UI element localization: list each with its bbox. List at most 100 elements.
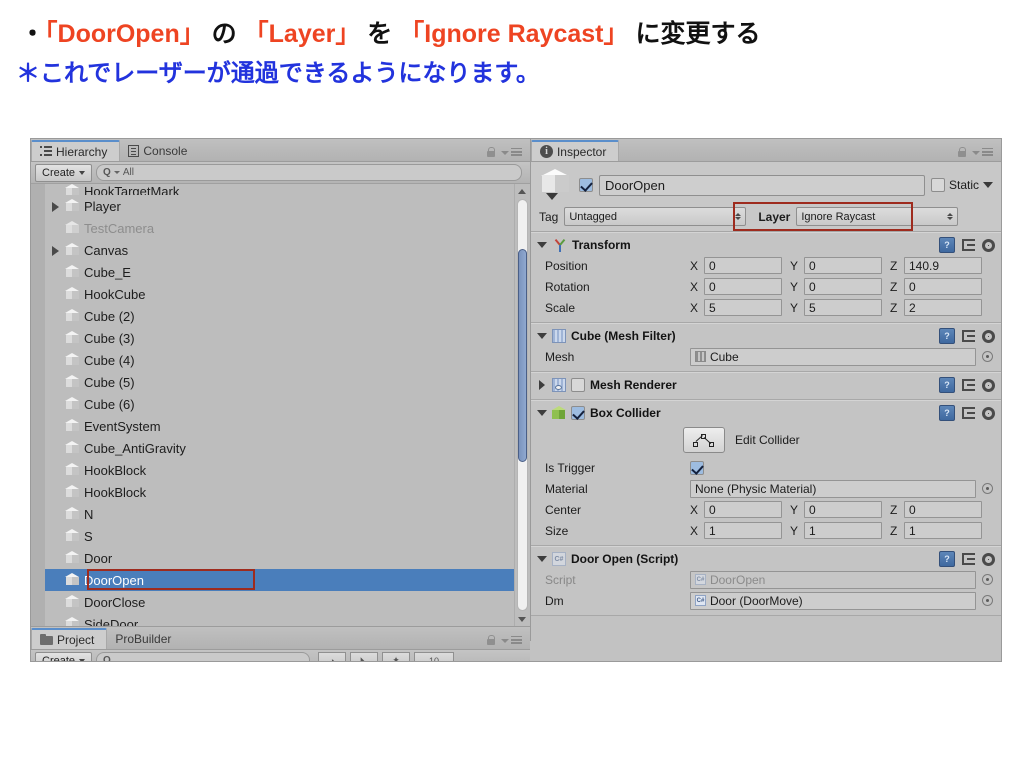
foldout-icon[interactable] [536, 331, 547, 341]
lock-icon[interactable] [957, 147, 967, 158]
hierarchy-item-cube-3[interactable]: Cube (3) [45, 327, 514, 349]
help-icon[interactable]: ? [939, 237, 955, 253]
lock-icon[interactable] [486, 147, 496, 158]
tab-probuilder[interactable]: ProBuilder [107, 628, 183, 649]
gameobject-preview-icon[interactable] [539, 168, 573, 202]
favorites-star-icon[interactable]: ✦ [382, 651, 411, 661]
object-picker-icon[interactable] [982, 595, 993, 606]
hierarchy-item-cube-e[interactable]: Cube_E [45, 261, 514, 283]
preset-icon[interactable] [962, 330, 975, 342]
object-picker-icon[interactable] [982, 483, 993, 494]
hierarchy-item-s[interactable]: S [45, 525, 514, 547]
foldout-icon[interactable] [536, 408, 547, 418]
panel-menu-icon[interactable] [972, 147, 993, 158]
help-icon[interactable]: ? [939, 377, 955, 393]
component-door-open-script-header[interactable]: C# Door Open (Script) ? [531, 547, 1001, 569]
hierarchy-item-player[interactable]: Player [45, 195, 514, 217]
static-checkbox[interactable] [930, 178, 945, 192]
hierarchy-item-eventsystem[interactable]: EventSystem [45, 415, 514, 437]
scroll-down-arrow-icon[interactable] [515, 612, 530, 626]
hierarchy-item-cube-6[interactable]: Cube (6) [45, 393, 514, 415]
object-picker-icon[interactable] [982, 351, 993, 362]
create-button[interactable]: Create [35, 163, 93, 182]
tab-project[interactable]: Project [31, 628, 108, 649]
hierarchy-list[interactable]: HookTargetMark Player TestCamera Canvas Cube… [45, 184, 514, 626]
gear-icon[interactable] [982, 329, 995, 343]
tag-dropdown[interactable]: Untagged [564, 207, 747, 226]
scrollbar-track[interactable] [516, 199, 528, 611]
preset-icon[interactable] [962, 407, 975, 419]
dm-object-field[interactable]: C# Door (DoorMove) [689, 591, 976, 610]
object-enabled-checkbox[interactable] [578, 178, 593, 192]
center-y-input[interactable]: 0 [803, 501, 882, 518]
component-box-collider-header[interactable]: Box Collider ? [531, 401, 1001, 423]
layer-dropdown[interactable]: Ignore Raycast [796, 207, 959, 226]
preset-icon[interactable] [962, 553, 975, 565]
foldout-icon[interactable] [537, 380, 547, 390]
position-y-input[interactable]: 0 [803, 257, 882, 274]
project-search-input[interactable]: Q [96, 652, 311, 661]
object-name-input[interactable]: DoorOpen [598, 174, 925, 196]
scroll-up-arrow-icon[interactable] [515, 184, 530, 198]
hierarchy-item-cube-2[interactable]: Cube (2) [45, 305, 514, 327]
hierarchy-item-hooktargetmark[interactable]: HookTargetMark [45, 184, 514, 195]
scrollbar-thumb[interactable] [517, 249, 527, 463]
box-collider-enabled-checkbox[interactable] [570, 406, 585, 420]
hierarchy-item-sidedoor[interactable]: SideDoor [45, 613, 514, 626]
expand-arrow-icon[interactable] [51, 245, 61, 256]
gear-icon[interactable] [982, 552, 995, 566]
size-x-input[interactable]: 1 [703, 522, 782, 539]
panel-menu-icon[interactable] [500, 635, 522, 646]
hierarchy-item-cube-4[interactable]: Cube (4) [45, 349, 514, 371]
hierarchy-search-input[interactable]: Q All [96, 164, 522, 181]
center-x-input[interactable]: 0 [703, 501, 782, 518]
tab-hierarchy[interactable]: Hierarchy [31, 140, 121, 161]
scale-x-input[interactable]: 5 [703, 299, 782, 316]
mesh-renderer-enabled-checkbox[interactable] [570, 378, 585, 392]
rotation-z-input[interactable]: 0 [903, 278, 982, 295]
hierarchy-item-hookcube[interactable]: HookCube [45, 283, 514, 305]
hierarchy-item-hookblock[interactable]: HookBlock [45, 459, 514, 481]
scale-z-input[interactable]: 2 [903, 299, 982, 316]
hierarchy-item-testcamera[interactable]: TestCamera [45, 217, 514, 239]
hierarchy-scrollbar[interactable] [513, 184, 530, 626]
help-icon[interactable]: ? [939, 405, 955, 421]
project-create-button[interactable]: Create [35, 651, 93, 661]
tab-inspector[interactable]: i Inspector [530, 140, 620, 161]
hierarchy-item-doorclose[interactable]: DoorClose [45, 591, 514, 613]
hierarchy-item-n[interactable]: N [45, 503, 514, 525]
hierarchy-item-door[interactable]: Door [45, 547, 514, 569]
component-mesh-filter-header[interactable]: Cube (Mesh Filter) ? [531, 324, 1001, 346]
hierarchy-item-hookblock[interactable]: HookBlock [45, 481, 514, 503]
panel-menu-icon[interactable] [500, 147, 522, 158]
size-y-input[interactable]: 1 [803, 522, 882, 539]
filter-by-label-icon[interactable]: ◣ [350, 651, 379, 661]
component-mesh-renderer-header[interactable]: Mesh Renderer ? [531, 373, 1001, 395]
tab-console[interactable]: Console [120, 140, 199, 161]
foldout-icon[interactable] [536, 240, 547, 250]
gear-icon[interactable] [982, 238, 995, 252]
is-trigger-checkbox[interactable] [689, 460, 704, 475]
edit-collider-button[interactable] [682, 427, 725, 453]
center-z-input[interactable]: 0 [903, 501, 982, 518]
help-icon[interactable]: ? [939, 551, 955, 567]
hierarchy-item-dooropen[interactable]: DoorOpen [45, 569, 514, 591]
preset-icon[interactable] [962, 379, 975, 391]
static-dropdown-caret-icon[interactable] [983, 182, 993, 188]
help-icon[interactable]: ? [939, 328, 955, 344]
gear-icon[interactable] [982, 378, 995, 392]
foldout-icon[interactable] [536, 554, 547, 564]
lock-icon[interactable] [486, 635, 496, 646]
hierarchy-item-cube-antigravity[interactable]: Cube_AntiGravity [45, 437, 514, 459]
position-x-input[interactable]: 0 [703, 257, 782, 274]
expand-arrow-icon[interactable] [51, 201, 61, 212]
rotation-y-input[interactable]: 0 [803, 278, 882, 295]
material-object-field[interactable]: None (Physic Material) [689, 479, 976, 498]
hierarchy-item-cube-5[interactable]: Cube (5) [45, 371, 514, 393]
hierarchy-item-canvas[interactable]: Canvas [45, 239, 514, 261]
size-z-input[interactable]: 1 [903, 522, 982, 539]
preset-icon[interactable] [962, 239, 975, 251]
gear-icon[interactable] [982, 406, 995, 420]
rotation-x-input[interactable]: 0 [703, 278, 782, 295]
component-transform-header[interactable]: Transform ? [531, 233, 1001, 255]
